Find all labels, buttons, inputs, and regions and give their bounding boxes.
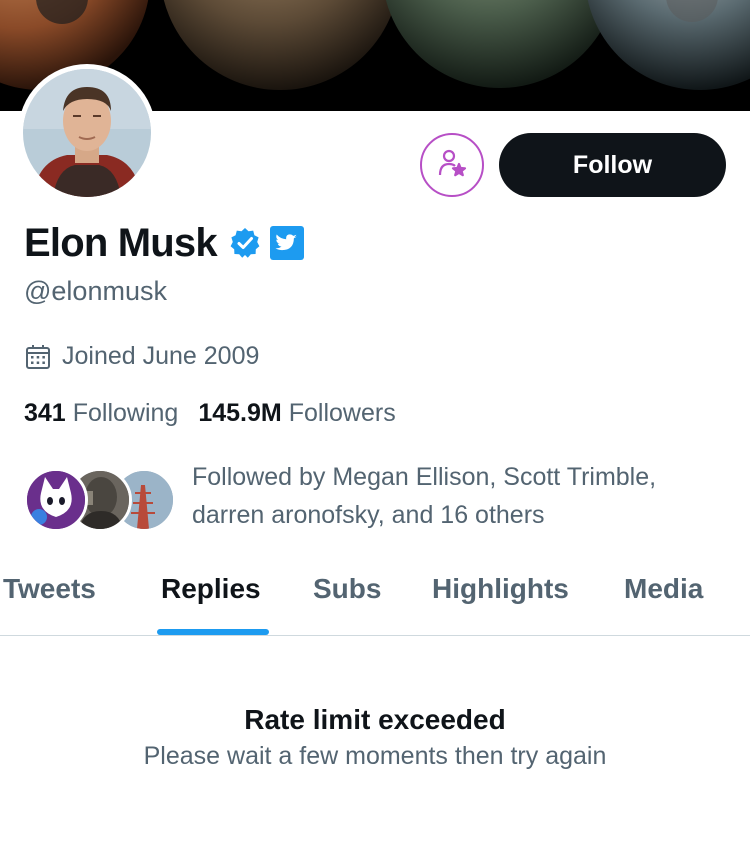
followers-label: Followers [288, 399, 396, 427]
tab-highlights[interactable]: Highlights [432, 573, 569, 605]
joined-date-row: Joined June 2009 [24, 342, 259, 371]
profile-handle: @elonmusk [24, 276, 167, 306]
joined-date-text: Joined June 2009 [62, 342, 260, 370]
follower-avatars [24, 458, 176, 536]
follower-avatar [24, 468, 88, 532]
active-tab-indicator [157, 629, 269, 635]
tab-tweets[interactable]: Tweets [3, 573, 96, 605]
profile-name-row: Elon Musk [24, 218, 305, 268]
profile-avatar[interactable] [18, 64, 156, 202]
twitter-affiliate-icon[interactable] [269, 225, 305, 261]
person-star-icon [437, 148, 467, 183]
followers-stat[interactable]: 145.9M Followers [198, 399, 395, 428]
profile-display-name: Elon Musk [24, 220, 218, 265]
tab-subs[interactable]: Subs [313, 573, 381, 605]
rate-limit-body: Please wait a few moments then try again [143, 742, 607, 770]
profile-tabs: Tweets Replies Subs Highlights Media [0, 555, 750, 636]
rate-limit-message: Rate limit exceeded Please wait a few mo… [0, 704, 750, 771]
rate-limit-title: Rate limit exceeded [244, 704, 506, 735]
following-label: Following [72, 399, 179, 427]
followed-by-row[interactable]: Followed by Megan Ellison, Scott Trimble… [24, 458, 712, 536]
subscribe-button[interactable] [420, 133, 484, 197]
verified-badge-icon[interactable] [229, 227, 261, 259]
following-stat[interactable]: 341 Following [24, 399, 178, 428]
tab-replies[interactable]: Replies [161, 573, 261, 605]
following-count: 341 [24, 399, 66, 427]
followed-by-text: Followed by Megan Ellison, Scott Trimble… [192, 463, 657, 529]
calendar-icon [24, 343, 52, 371]
tab-media[interactable]: Media [624, 573, 703, 605]
followers-count: 145.9M [198, 399, 282, 427]
follow-stats: 341 Following 145.9M Followers [24, 399, 416, 428]
follow-button[interactable]: Follow [499, 133, 726, 197]
